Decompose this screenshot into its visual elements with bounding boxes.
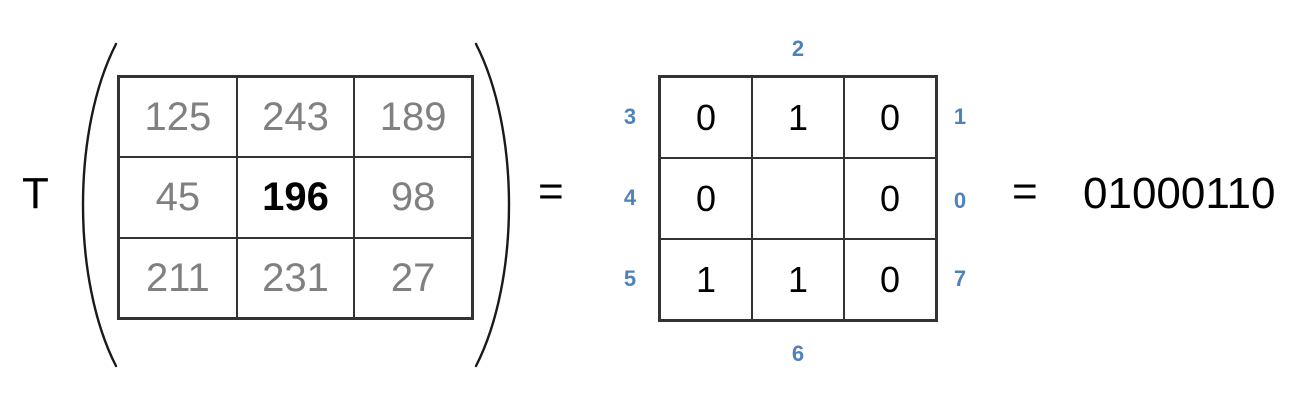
- input-cell: 211: [119, 237, 237, 318]
- binary-cell: 0: [660, 77, 752, 158]
- lbp-code-result: 01000110: [1083, 169, 1276, 218]
- input-pixel-grid: 125 243 189 45 196 98 211 231 27: [117, 75, 474, 320]
- binary-cell: 1: [752, 77, 844, 158]
- index-label-right-middle: 0: [953, 188, 967, 213]
- operator-label: T: [22, 169, 49, 218]
- equals-sign: =: [538, 167, 564, 216]
- index-label-top: 2: [791, 36, 805, 61]
- binary-cell: 1: [752, 239, 844, 320]
- input-cell: 45: [119, 157, 237, 238]
- center-pixel-cell: 196: [236, 157, 355, 238]
- input-cell: 231: [236, 237, 355, 318]
- index-label-left-bottom: 5: [623, 266, 637, 291]
- left-parenthesis: [81, 42, 118, 368]
- equals-sign: =: [1012, 167, 1038, 216]
- binary-cell: 0: [844, 77, 936, 158]
- binary-cell: 0: [844, 239, 936, 320]
- index-label-left-middle: 4: [623, 185, 637, 210]
- index-label-bottom: 6: [791, 341, 805, 366]
- input-cell: 125: [119, 77, 237, 158]
- binary-threshold-grid: 0 1 0 0 0 1 1 0: [658, 75, 938, 322]
- index-label-left-top: 3: [623, 104, 637, 129]
- right-parenthesis: [474, 42, 511, 368]
- index-label-right-bottom: 7: [953, 266, 967, 291]
- input-cell: 243: [236, 77, 355, 158]
- input-cell: 27: [354, 237, 472, 318]
- index-label-right-top: 1: [953, 104, 967, 129]
- input-cell: 189: [354, 77, 472, 158]
- binary-cell: 1: [660, 239, 752, 320]
- binary-center-cell: [752, 158, 844, 239]
- input-cell: 98: [354, 157, 472, 238]
- binary-cell: 0: [844, 158, 936, 239]
- binary-cell: 0: [660, 158, 752, 239]
